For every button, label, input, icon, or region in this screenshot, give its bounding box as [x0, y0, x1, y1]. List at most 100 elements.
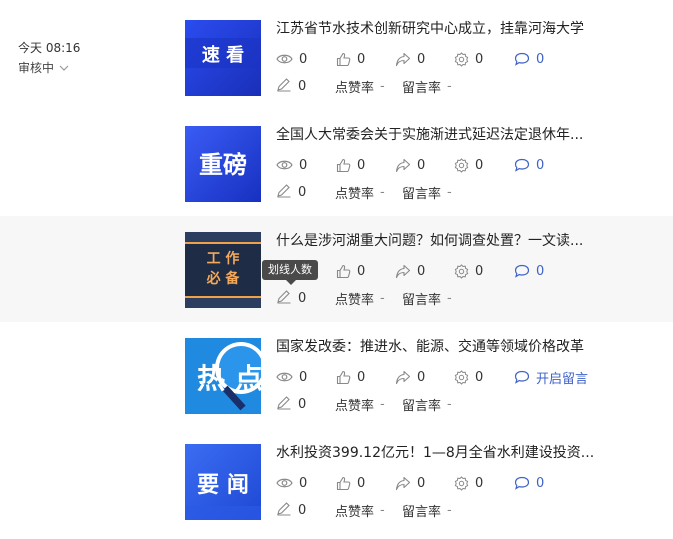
- underlines-stat[interactable]: 0: [276, 289, 306, 307]
- recommends-count: 0: [475, 475, 484, 491]
- like-rate-label: 点赞率: [335, 80, 375, 96]
- comment-rate-value: -: [447, 290, 452, 306]
- likes-count: 0: [357, 475, 366, 491]
- pen-icon: [276, 289, 292, 308]
- comments-link[interactable]: 0: [514, 156, 544, 174]
- article-title[interactable]: 水利投资399.12亿元！1—8月全省水利建设投资...: [276, 444, 636, 462]
- views-stat: 0: [276, 50, 307, 68]
- comment-rate-label: 留言率: [402, 398, 442, 414]
- comment-bubble-icon: [514, 264, 530, 278]
- like-rate-value: -: [380, 502, 385, 518]
- share-arrow-icon: [395, 264, 411, 279]
- thumbs-up-icon: [336, 264, 351, 279]
- likes-count: 0: [357, 369, 366, 385]
- article-item[interactable]: 要 闻 水利投资399.12亿元！1—8月全省水利建设投资... 0 0 0 0: [0, 444, 673, 539]
- like-rate-value: -: [380, 78, 385, 94]
- shares-stat: 0: [395, 474, 425, 492]
- comment-rate-label: 留言率: [402, 292, 442, 308]
- comments-link[interactable]: 0: [514, 262, 544, 280]
- comment-rate: 留言率 -: [402, 395, 452, 414]
- article-thumbnail[interactable]: 重磅: [185, 126, 261, 202]
- comments-count: 0: [536, 475, 545, 491]
- gear-icon: [454, 263, 469, 279]
- gear-icon: [454, 157, 469, 173]
- comments-link[interactable]: 0: [514, 50, 544, 68]
- likes-stat: 0: [336, 156, 365, 174]
- shares-stat: 0: [395, 262, 425, 280]
- comments-link[interactable]: 0: [514, 474, 544, 492]
- comment-rate-label: 留言率: [402, 186, 442, 202]
- like-rate: 点赞率 -: [335, 183, 385, 202]
- pen-icon: [276, 501, 292, 520]
- comment-rate: 留言率 -: [402, 77, 452, 96]
- comment-rate: 留言率 -: [402, 501, 452, 520]
- comment-bubble-icon: [514, 52, 530, 66]
- thumbnail-text: 重磅: [199, 151, 247, 179]
- views-stat: 0: [276, 368, 307, 386]
- shares-count: 0: [417, 51, 426, 67]
- comment-rate-value: -: [447, 502, 452, 518]
- comment-bubble-icon: [514, 476, 530, 490]
- comments-count: 0: [536, 263, 545, 279]
- eye-icon: [276, 53, 293, 65]
- recommends-stat: 0: [454, 156, 483, 174]
- article-title[interactable]: 江苏省节水技术创新研究中心成立，挂靠河海大学: [276, 20, 636, 38]
- like-rate-label: 点赞率: [335, 398, 375, 414]
- like-rate-value: -: [380, 290, 385, 306]
- recommends-count: 0: [475, 157, 484, 173]
- shares-count: 0: [417, 263, 426, 279]
- share-arrow-icon: [395, 370, 411, 385]
- shares-count: 0: [417, 157, 426, 173]
- comment-rate-value: -: [447, 184, 452, 200]
- comment-rate-label: 留言率: [402, 504, 442, 520]
- underlines-count: 0: [298, 396, 307, 412]
- thumbs-up-icon: [336, 476, 351, 491]
- article-thumbnail[interactable]: 工 作 必 备: [185, 232, 261, 308]
- likes-count: 0: [357, 51, 366, 67]
- likes-stat: 0: [336, 474, 365, 492]
- comment-rate-value: -: [447, 396, 452, 412]
- thumbnail-text: 必 备: [206, 270, 241, 287]
- share-arrow-icon: [395, 476, 411, 491]
- thumbs-up-icon: [336, 370, 351, 385]
- article-title[interactable]: 国家发改委：推进水、能源、交通等领域价格改革: [276, 338, 636, 356]
- likes-stat: 0: [336, 50, 365, 68]
- recommends-stat: 0: [454, 368, 483, 386]
- underlines-stat[interactable]: 0: [276, 501, 306, 519]
- shares-count: 0: [417, 475, 426, 491]
- underlines-stat[interactable]: 0: [276, 183, 306, 201]
- like-rate-value: -: [380, 184, 385, 200]
- underlines-count: 0: [298, 78, 307, 94]
- article-title[interactable]: 全国人大常委会关于实施渐进式延迟法定退休年...: [276, 126, 636, 144]
- article-item[interactable]: 工 作 必 备 什么是涉河湖重大问题？如何调查处置？一文读... 0 0 0 0: [0, 216, 673, 322]
- pen-icon: [276, 183, 292, 202]
- like-rate: 点赞率 -: [335, 501, 385, 520]
- comment-rate: 留言率 -: [402, 183, 452, 202]
- thumbnail-text: 工 作: [207, 250, 240, 267]
- likes-count: 0: [357, 157, 366, 173]
- comment-rate: 留言率 -: [402, 289, 452, 308]
- shares-count: 0: [417, 369, 426, 385]
- gear-icon: [454, 475, 469, 491]
- thumbnail-text: 要 闻: [197, 473, 249, 498]
- article-title[interactable]: 什么是涉河湖重大问题？如何调查处置？一文读...: [276, 232, 636, 250]
- article-thumbnail[interactable]: 速 看: [185, 20, 261, 96]
- article-thumbnail[interactable]: 热 点: [185, 338, 261, 414]
- comment-rate-value: -: [447, 78, 452, 94]
- views-count: 0: [299, 475, 308, 491]
- like-rate-label: 点赞率: [335, 504, 375, 520]
- underlines-stat[interactable]: 0: [276, 77, 306, 95]
- article-item[interactable]: 热 点 国家发改委：推进水、能源、交通等领域价格改革 0 0 0 0 开启留言 …: [0, 338, 673, 444]
- article-list-page: 今天 08:16 审核中 速 看 江苏省节水技术创新研究中心成立，挂靠河海大学 …: [0, 0, 673, 539]
- like-rate-label: 点赞率: [335, 186, 375, 202]
- underlines-stat[interactable]: 0: [276, 395, 306, 413]
- article-thumbnail[interactable]: 要 闻: [185, 444, 261, 520]
- underlines-count: 0: [298, 184, 307, 200]
- like-rate: 点赞率 -: [335, 77, 385, 96]
- open-comments-link[interactable]: 开启留言: [514, 368, 588, 387]
- views-count: 0: [299, 157, 308, 173]
- article-item[interactable]: 速 看 江苏省节水技术创新研究中心成立，挂靠河海大学 0 0 0 0 0 0 点…: [0, 20, 673, 126]
- comments-count: 0: [536, 51, 545, 67]
- pen-icon: [276, 77, 292, 96]
- views-count: 0: [299, 51, 308, 67]
